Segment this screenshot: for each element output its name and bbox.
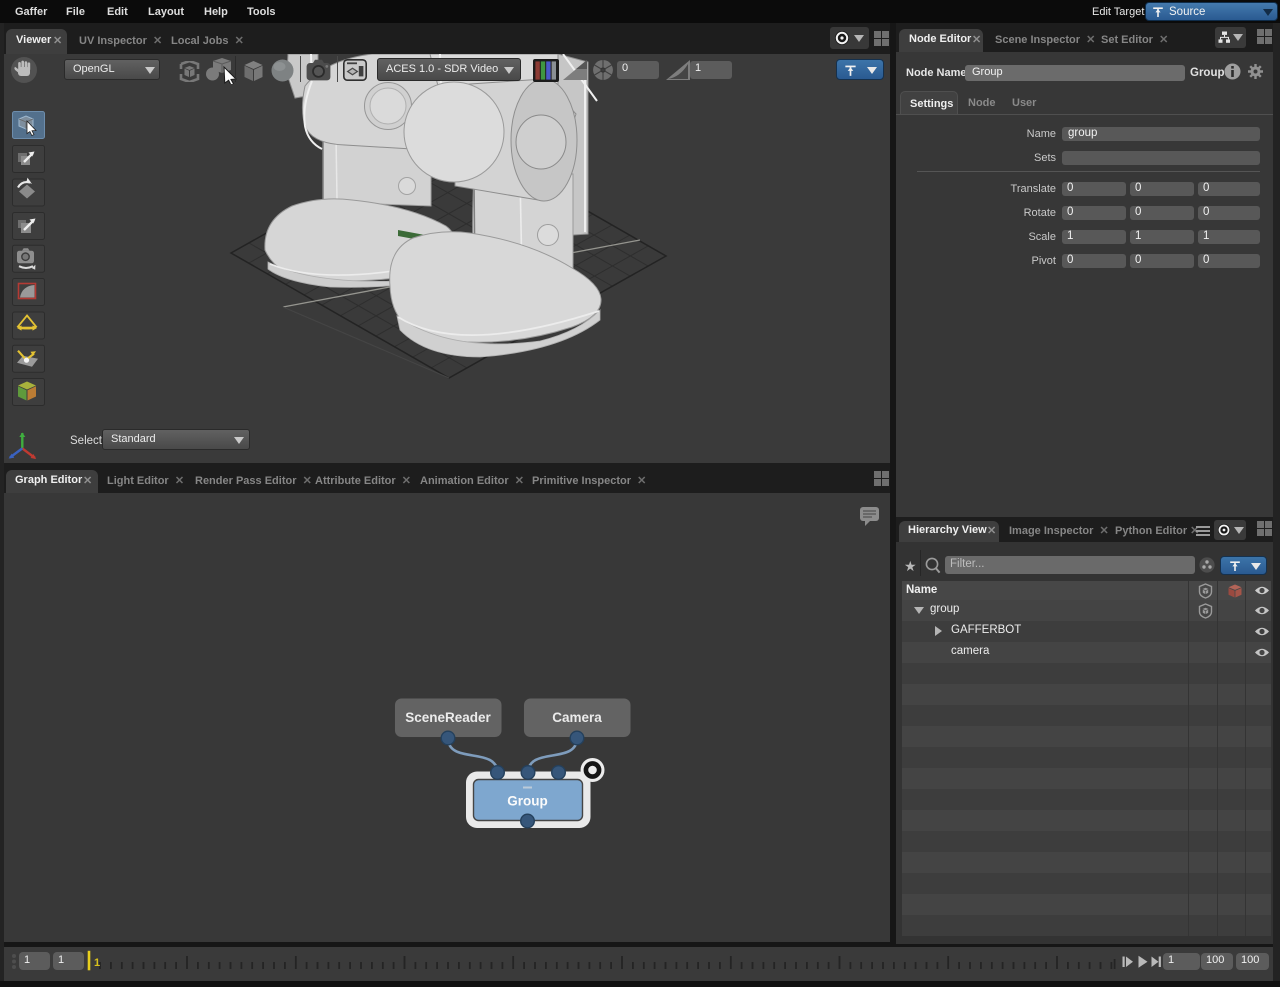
svg-text:Camera: Camera xyxy=(552,710,602,725)
svg-text:SceneReader: SceneReader xyxy=(405,710,491,725)
svg-text:Group: Group xyxy=(507,794,548,809)
svg-text:1: 1 xyxy=(94,957,100,969)
